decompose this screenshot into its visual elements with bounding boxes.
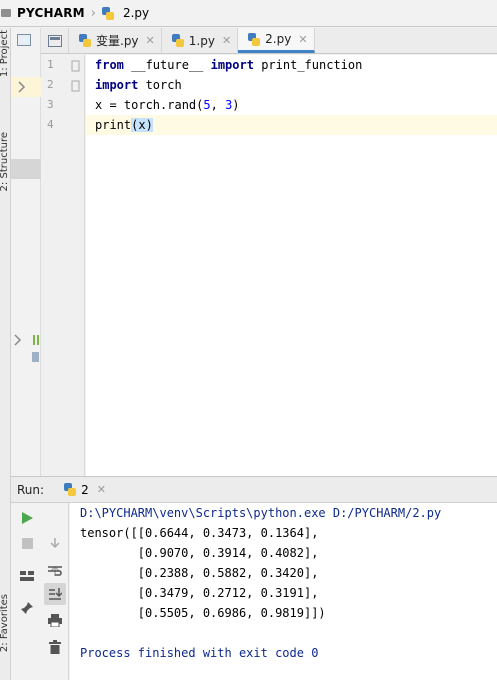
code-line-2[interactable]: import torch [95, 75, 182, 95]
code-line-3[interactable]: x = torch.rand(5, 3) [95, 95, 240, 115]
favorites-tool-tab[interactable]: 2: Favorites [0, 594, 10, 652]
console-output-line: tensor([[0.6644, 0.3473, 0.1364], [80, 526, 319, 540]
tab-label: 变量.py [96, 34, 139, 48]
code-token: torch [138, 78, 182, 92]
run-config-tab[interactable]: 2 ✕ [64, 483, 106, 497]
code-token: __future__ [123, 58, 211, 72]
tab-1-py[interactable]: 1.py ✕ [162, 28, 239, 53]
code-token: ) [232, 98, 240, 112]
python-file-icon [79, 34, 91, 47]
line-number: 2 [47, 78, 54, 91]
run-label: Run: [17, 482, 45, 497]
close-icon[interactable]: ✕ [298, 33, 307, 46]
line-number-gutter: 1 2 3 4 [41, 55, 85, 476]
run-console[interactable]: D:\PYCHARM\venv\Scripts\python.exe D:/PY… [70, 503, 497, 680]
line-number: 4 [47, 118, 54, 131]
chevron-right-icon[interactable] [11, 330, 41, 350]
fold-icon[interactable] [71, 60, 80, 72]
tab-label: 2.py [265, 32, 292, 46]
breadcrumb-file[interactable]: 2.py [123, 6, 149, 20]
console-output-line: [0.5505, 0.6986, 0.9819]]) [80, 606, 326, 620]
tab-label: 1.py [188, 33, 215, 48]
code-token: print [95, 118, 132, 132]
code-token: x = torch.rand( [95, 98, 204, 112]
navigation-bar: PYCHARM › 2.py [0, 0, 497, 27]
line-number: 3 [47, 98, 54, 111]
layout-icon[interactable] [41, 28, 69, 53]
code-token: from [95, 58, 124, 72]
library-icon [32, 352, 39, 362]
layout-icon[interactable] [16, 565, 38, 587]
code-token: print_function [253, 58, 363, 72]
run-toolbar [11, 503, 69, 680]
pin-icon[interactable] [16, 597, 38, 619]
chevron-right-icon: › [90, 5, 96, 21]
tab-2-py[interactable]: 2.py ✕ [238, 28, 315, 53]
run-panel-header: Run: 2 ✕ [11, 476, 497, 503]
fold-icon[interactable] [71, 80, 80, 92]
breadcrumb-project[interactable]: PYCHARM [17, 6, 85, 20]
project-tool-tab[interactable]: 1: Project [0, 30, 10, 77]
left-tool-strip: 1: Project 2: Structure 2: Favorites [0, 28, 11, 680]
python-file-icon [101, 6, 114, 20]
code-token: , [210, 98, 226, 112]
python-file-icon [171, 34, 184, 47]
close-icon[interactable]: ✕ [146, 34, 155, 47]
down-arrow-icon[interactable] [44, 532, 66, 554]
code-token: (x) [131, 118, 153, 132]
folder-icon [1, 9, 11, 17]
tab-variables[interactable]: 变量.py ✕ [69, 28, 162, 53]
editor-tab-bar: 变量.py ✕ 1.py ✕ 2.py ✕ [41, 28, 497, 54]
code-editor[interactable]: from __future__ import print_function im… [86, 55, 497, 476]
console-output-line: [0.9070, 0.3914, 0.4082], [80, 546, 319, 560]
project-tree-row-selected[interactable] [11, 159, 41, 179]
code-line-4[interactable]: print(x) [95, 115, 153, 135]
scroll-to-end-icon[interactable] [44, 583, 66, 605]
console-output-line: [0.3479, 0.2712, 0.3191], [80, 586, 319, 600]
project-pane [11, 28, 41, 476]
trash-icon[interactable] [44, 636, 66, 658]
project-view-icon[interactable] [17, 34, 31, 46]
close-icon[interactable]: ✕ [222, 34, 231, 47]
project-tree-row-highlight[interactable] [11, 77, 41, 97]
line-number: 1 [47, 58, 54, 71]
stop-icon[interactable] [16, 532, 38, 554]
python-file-icon [64, 483, 77, 496]
soft-wrap-icon[interactable] [44, 560, 66, 582]
close-icon[interactable]: ✕ [97, 483, 106, 496]
print-icon[interactable] [44, 609, 66, 631]
console-command-line: D:\PYCHARM\venv\Scripts\python.exe D:/PY… [80, 506, 442, 520]
play-icon[interactable] [16, 507, 38, 529]
structure-tool-tab[interactable]: 2: Structure [0, 132, 10, 191]
python-file-icon [248, 32, 261, 46]
code-line-1[interactable]: from __future__ import print_function [95, 55, 362, 75]
code-token: import [95, 78, 139, 92]
code-token: 5 [203, 98, 211, 112]
chevron-right-icon [18, 81, 26, 93]
code-token: import [210, 58, 254, 72]
run-tab-label: 2 [81, 482, 89, 497]
console-exit-line: Process finished with exit code 0 [80, 646, 319, 660]
console-output-line: [0.2388, 0.5882, 0.3420], [80, 566, 319, 580]
